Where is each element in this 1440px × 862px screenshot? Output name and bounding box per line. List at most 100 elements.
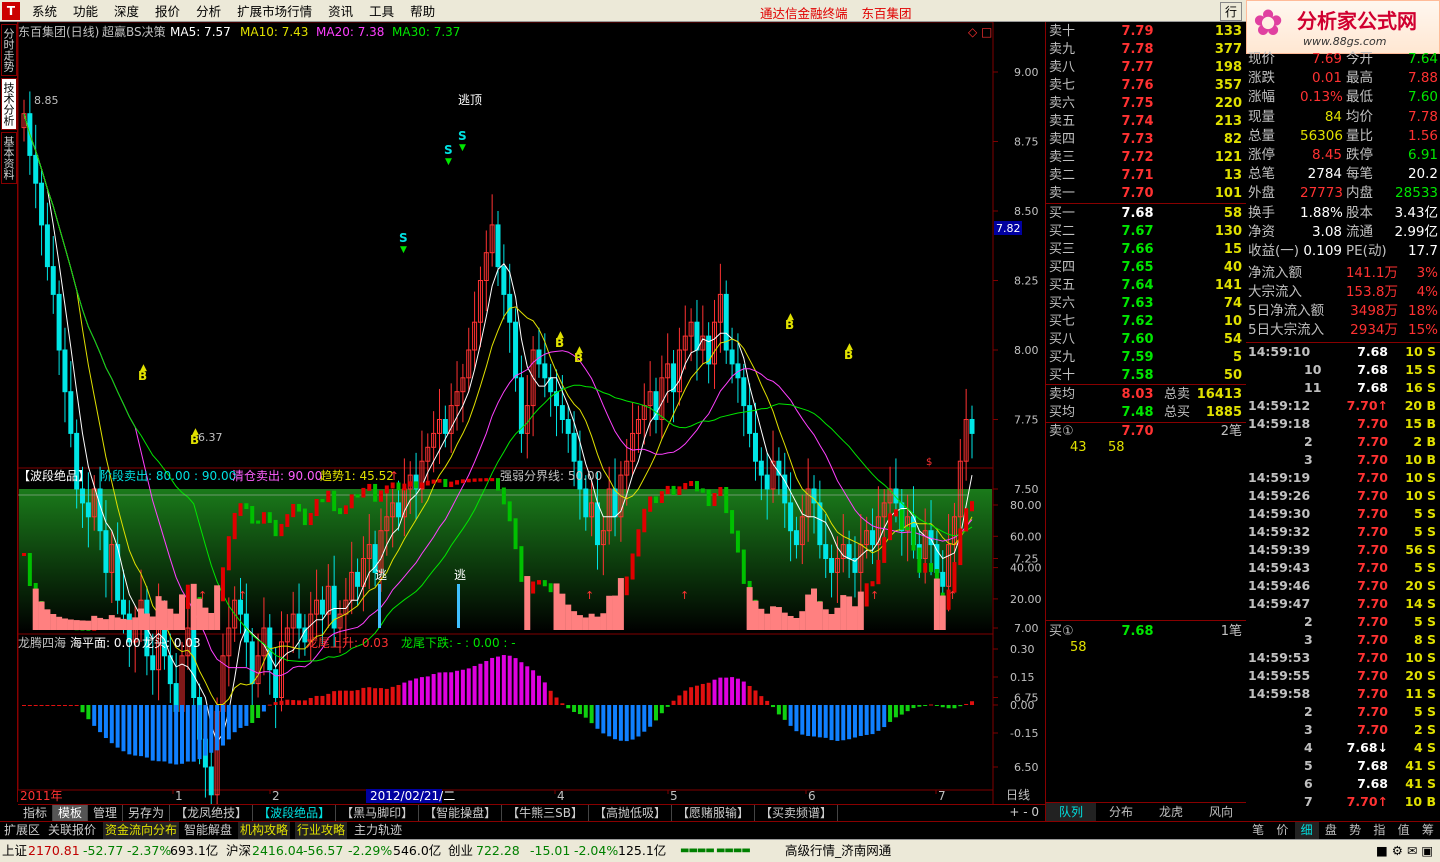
cy-index-label[interactable]: 创业	[448, 840, 473, 862]
side-tab-intraday[interactable]: 分时走势	[1, 24, 17, 76]
tab-yuandu[interactable]: 【愿赌服输】	[672, 805, 756, 821]
dragon-bar	[86, 705, 91, 720]
menu-extended-market[interactable]: 扩展市场行情	[229, 1, 320, 20]
sell-order-row[interactable]: 卖五 7.74 213	[1046, 113, 1246, 131]
tab-dragon-tiger[interactable]: 龙虎	[1146, 803, 1196, 822]
menu-function[interactable]: 功能	[65, 1, 106, 20]
dragon-bar	[613, 705, 618, 740]
tab-bodong[interactable]: 【波段绝品】	[253, 805, 337, 821]
nav-institution[interactable]: 机构攻略	[238, 822, 291, 839]
buy-order-row[interactable]: 买十 7.58 50	[1046, 367, 1246, 385]
tab-template[interactable]: 模板	[53, 805, 89, 821]
close-indicator-icon[interactable]: □	[981, 25, 992, 39]
status-icons[interactable]: ■ ⚙ ✉ ▣	[1376, 840, 1433, 862]
energy-bar	[85, 620, 92, 630]
candle-body	[793, 530, 799, 546]
tab-heima[interactable]: 【黑马脚印】	[336, 805, 420, 821]
info-value: 27773	[1300, 185, 1343, 202]
tab-distribution[interactable]: 分布	[1096, 803, 1146, 822]
tab-gaopao[interactable]: 【高抛低吸】	[589, 805, 672, 821]
hs-index-pct: -2.29%	[348, 843, 393, 858]
candle-body	[442, 419, 448, 434]
current-price-label: 7.82	[996, 222, 1021, 235]
tab-chou[interactable]: 筹	[1416, 822, 1440, 839]
sell-order-row[interactable]: 卖九 7.78 377	[1046, 41, 1246, 59]
info-label: 跌停	[1346, 147, 1373, 163]
nav-related-quote[interactable]: 关联报价	[46, 822, 98, 839]
tab-jia[interactable]: 价	[1270, 822, 1294, 839]
sell-order-row[interactable]: 卖四 7.73 82	[1046, 131, 1246, 149]
tab-maimai[interactable]: 【买卖频谱】	[755, 805, 839, 821]
sell-order-row[interactable]: 卖一 7.70 101	[1046, 185, 1246, 203]
buy-order-row[interactable]: 买四 7.65 40	[1046, 259, 1246, 277]
tab-wind[interactable]: 风向	[1196, 803, 1246, 822]
menu-quote[interactable]: 报价	[147, 1, 188, 20]
period-label[interactable]: 日线	[1006, 788, 1030, 802]
tick-detail-panel[interactable]: 14:59:10 7.68 10 S 10 7.68 15 S 11 7.68 16 S 14:5…	[1246, 342, 1440, 822]
tab-shi[interactable]: 势	[1343, 822, 1367, 839]
tab-zhineng[interactable]: 【智能操盘】	[419, 805, 503, 821]
dragon-bar	[349, 690, 354, 705]
sell-order-row[interactable]: 卖八 7.77 198	[1046, 59, 1246, 77]
tab-queue[interactable]: 队列	[1046, 803, 1096, 822]
info-value: 0.13%	[1300, 89, 1343, 106]
menu-system[interactable]: 系统	[24, 1, 65, 20]
menu-news[interactable]: 资讯	[320, 1, 361, 20]
tab-xi[interactable]: 细	[1294, 822, 1319, 839]
tab-longfeng[interactable]: 【龙凤绝技】	[170, 805, 254, 821]
sell-order-row[interactable]: 卖七 7.76 357	[1046, 77, 1246, 95]
sell-order-row[interactable]: 卖六 7.75 220	[1046, 95, 1246, 113]
menu-depth[interactable]: 深度	[106, 1, 147, 20]
tab-bi[interactable]: 笔	[1246, 822, 1270, 839]
menu-tools[interactable]: 工具	[361, 1, 402, 20]
info-label: 收益(一)	[1248, 243, 1300, 259]
nav-fund-flow[interactable]: 资金流向分布	[103, 822, 180, 839]
energy-bar	[61, 618, 68, 630]
buy-order-row[interactable]: 买五 7.64 141	[1046, 277, 1246, 295]
quote-button[interactable]: 行	[1220, 2, 1243, 21]
tab-manage[interactable]: 管理	[88, 805, 124, 821]
sell-order-row[interactable]: 卖十 7.79 133	[1046, 23, 1246, 41]
tick-volume: 4 S	[1413, 740, 1436, 755]
nav-industry[interactable]: 行业攻略	[295, 822, 348, 839]
buy-order-row[interactable]: 买三 7.66 15	[1046, 241, 1246, 259]
dragon-bar	[823, 705, 828, 738]
buy-order-row[interactable]: 买七 7.62 10	[1046, 313, 1246, 331]
tab-zhi[interactable]: 指	[1367, 822, 1391, 839]
menu-help[interactable]: 帮助	[402, 1, 443, 20]
hs-index-label[interactable]: 沪深	[226, 840, 251, 862]
menu-analysis[interactable]: 分析	[188, 1, 229, 20]
nav-extension[interactable]: 扩展区	[2, 822, 42, 839]
buy-order-row[interactable]: 买一 7.68 58	[1046, 205, 1246, 223]
dragon-bar	[215, 705, 220, 751]
candle-body	[829, 558, 835, 573]
sh-index-label[interactable]: 上证	[2, 840, 27, 862]
dragon-bar	[934, 705, 939, 706]
tab-zhi2[interactable]: 值	[1392, 822, 1416, 839]
side-tab-fundamental[interactable]: 基本资料	[1, 132, 17, 184]
sell-order-price: 7.78	[1121, 42, 1154, 57]
sell-order-row[interactable]: 卖二 7.71 13	[1046, 167, 1246, 185]
diamond-icon[interactable]: ◇	[968, 25, 978, 39]
tab-save-as[interactable]: 另存为	[123, 805, 171, 821]
buy-order-row[interactable]: 买六 7.63 74	[1046, 295, 1246, 313]
side-tabs: 分时走势 技术分析 基本资料	[0, 22, 18, 802]
buy-order-row[interactable]: 买二 7.67 130	[1046, 223, 1246, 241]
zoom-controls[interactable]: + - 0	[1003, 805, 1045, 821]
tab-pan[interactable]: 盘	[1319, 822, 1343, 839]
side-tab-technical[interactable]: 技术分析	[1, 78, 17, 130]
buy-order-row[interactable]: 买八 7.60 54	[1046, 331, 1246, 349]
tab-niuxiong[interactable]: 【牛熊三SB】	[502, 805, 589, 821]
buy-order-row[interactable]: 买九 7.59 5	[1046, 349, 1246, 367]
total-buy-label: 总买	[1164, 405, 1191, 420]
buy-order-label: 买三	[1049, 242, 1076, 257]
nav-main-track[interactable]: 主力轨迹	[352, 822, 404, 839]
tick-row: 14:59:53 7.70 10 S	[1246, 649, 1440, 667]
nav-smart-analysis[interactable]: 智能解盘	[182, 822, 234, 839]
trend-segment	[250, 505, 255, 524]
candle-body	[788, 502, 794, 532]
sell-order-row[interactable]: 卖三 7.72 121	[1046, 149, 1246, 167]
tab-indicator[interactable]: 指标	[18, 805, 54, 821]
chart-area[interactable]: 东百集团(日线) 超赢BS决策 MA5: 7.57 MA10: 7.43 MA2…	[18, 22, 1045, 804]
dragon-bar	[355, 690, 360, 705]
